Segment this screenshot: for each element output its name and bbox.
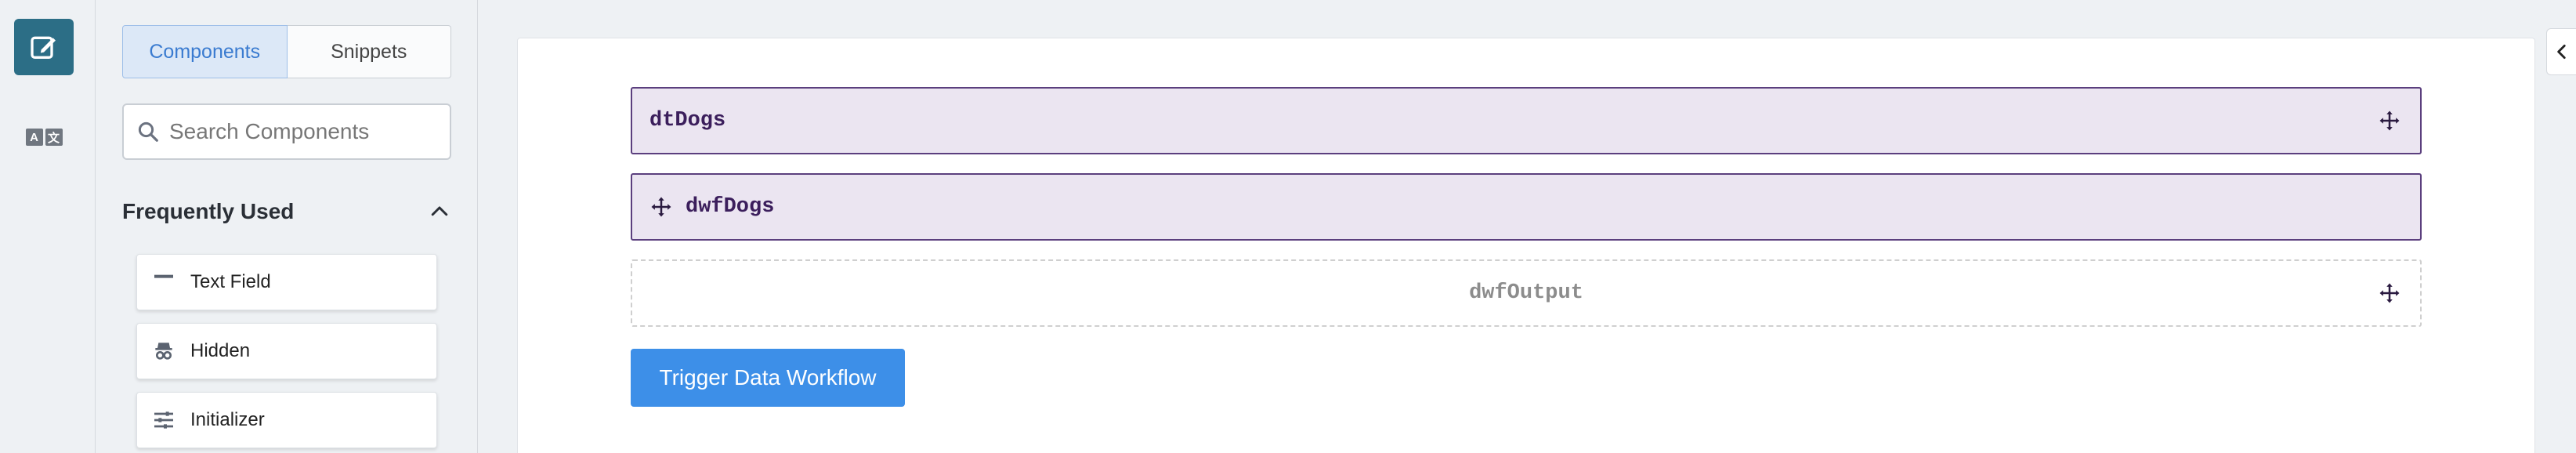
sliders-icon bbox=[154, 411, 173, 429]
tab-snippets[interactable]: Snippets bbox=[287, 25, 451, 78]
search-input[interactable] bbox=[169, 119, 436, 144]
component-text-field[interactable]: Text Field bbox=[136, 254, 437, 310]
tab-components[interactable]: Components bbox=[122, 25, 288, 78]
collapse-panel-button[interactable] bbox=[2546, 28, 2576, 75]
icon-rail: A 文 bbox=[0, 0, 96, 453]
block-name: dwfOutput bbox=[1469, 281, 1583, 305]
form-canvas: dtDogs dwfDogs dwfOutput Trigger Data Wo… bbox=[517, 38, 2535, 453]
translate-icon: A bbox=[25, 129, 43, 146]
hidden-icon bbox=[155, 342, 172, 360]
translate-icon-secondary: 文 bbox=[45, 129, 63, 146]
components-panel: Components Snippets Frequently Used Text… bbox=[96, 0, 478, 453]
component-initializer[interactable]: Initializer bbox=[136, 392, 437, 448]
component-label: Hidden bbox=[190, 340, 251, 361]
chevron-left-icon bbox=[2556, 45, 2566, 59]
search-box bbox=[122, 103, 451, 160]
move-icon[interactable] bbox=[2378, 281, 2401, 305]
pencil-square-icon bbox=[31, 36, 56, 59]
block-name: dwfDogs bbox=[686, 195, 775, 219]
component-hidden[interactable]: Hidden bbox=[136, 323, 437, 379]
section-title: Frequently Used bbox=[122, 199, 295, 223]
move-icon[interactable] bbox=[649, 195, 673, 219]
component-block-dwfoutput[interactable]: dwfOutput bbox=[631, 259, 2422, 327]
section-frequently-used[interactable]: Frequently Used bbox=[122, 194, 451, 229]
component-label: Text Field bbox=[190, 271, 271, 292]
text-field-icon bbox=[154, 274, 173, 278]
edit-mode-button[interactable] bbox=[14, 19, 74, 75]
chevron-up-icon bbox=[431, 206, 448, 216]
trigger-data-workflow-button[interactable]: Trigger Data Workflow bbox=[631, 349, 905, 407]
translate-button[interactable]: A 文 bbox=[24, 125, 64, 149]
block-name: dtDogs bbox=[649, 109, 726, 132]
move-icon[interactable] bbox=[2378, 109, 2401, 132]
panel-tabs: Components Snippets bbox=[122, 25, 451, 78]
component-block-dtdogs[interactable]: dtDogs bbox=[631, 87, 2422, 154]
component-label: Initializer bbox=[190, 409, 265, 430]
search-icon bbox=[138, 121, 158, 142]
component-block-dwfdogs[interactable]: dwfDogs bbox=[631, 173, 2422, 241]
